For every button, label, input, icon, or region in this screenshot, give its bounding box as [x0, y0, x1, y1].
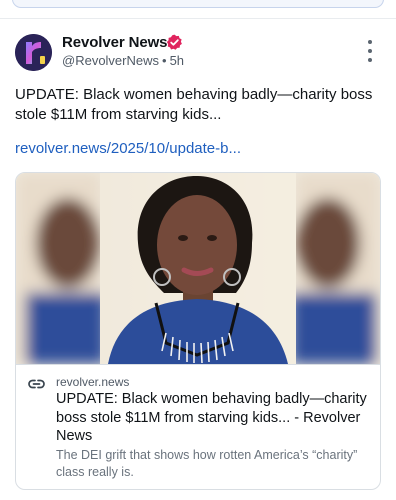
post-timestamp[interactable]: 5h — [170, 53, 184, 68]
author-handle[interactable]: @RevolverNews — [62, 53, 159, 68]
card-title[interactable]: UPDATE: Black women behaving badly—chari… — [56, 390, 372, 446]
author-meta: @RevolverNews • 5h — [62, 53, 184, 68]
more-vertical-icon-dot — [368, 49, 372, 53]
author-name[interactable]: Revolver News — [62, 34, 168, 51]
post-text: UPDATE: Black women behaving badly—chari… — [15, 86, 373, 123]
post-divider — [0, 18, 396, 19]
revolver-logo-avatar-icon — [15, 34, 52, 71]
article-photo — [16, 173, 380, 364]
more-options-button[interactable] — [362, 40, 378, 62]
card-domain: revolver.news — [56, 375, 130, 389]
link-preview-card[interactable]: revolver.news UPDATE: Black women behavi… — [15, 172, 381, 490]
card-description: The DEI grift that shows how rotten Amer… — [56, 448, 358, 479]
previous-post-button-edge — [12, 0, 384, 8]
card-separator — [16, 364, 380, 365]
previous-post-edge — [0, 0, 396, 18]
meta-separator: • — [162, 53, 167, 68]
post-link[interactable]: revolver.news/2025/10/update-b... — [15, 140, 241, 157]
more-vertical-icon-dot — [368, 58, 372, 62]
verified-badge-icon — [166, 34, 182, 50]
link-icon — [28, 379, 45, 389]
more-vertical-icon-dot — [368, 40, 372, 44]
card-thumbnail-image[interactable] — [16, 173, 380, 364]
author-avatar[interactable] — [15, 34, 52, 71]
